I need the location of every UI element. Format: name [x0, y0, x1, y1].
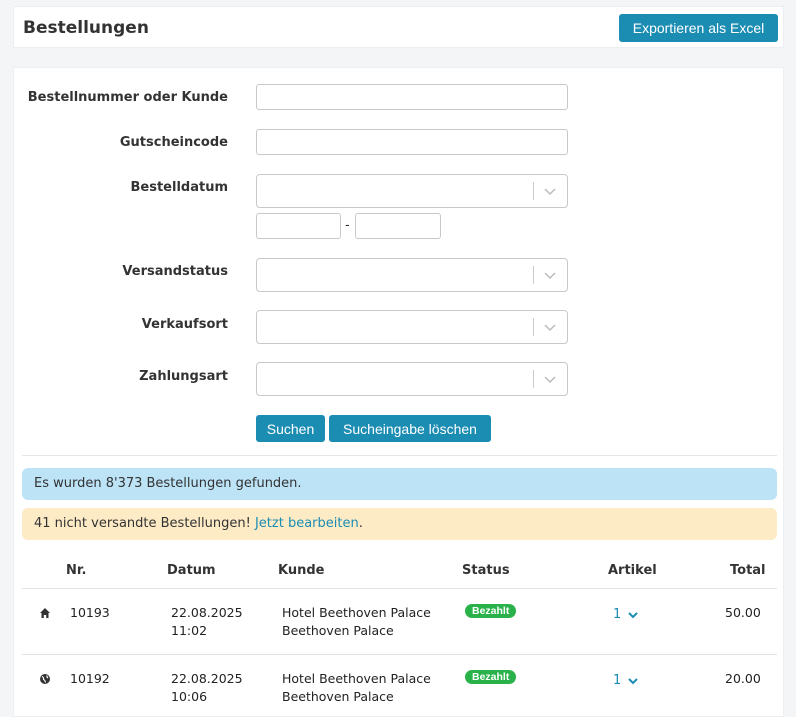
order-time: 10:06 [171, 689, 208, 704]
column-header-total[interactable]: Total [730, 563, 766, 578]
chevron-down-icon [544, 188, 556, 196]
chevron-down-icon [544, 324, 556, 332]
order-total: 50.00 [725, 605, 761, 620]
clear-search-button[interactable]: Sucheingabe löschen [329, 415, 491, 442]
order-search-input[interactable] [256, 84, 568, 110]
coupon-label: Gutscheincode [119, 135, 228, 150]
search-button[interactable]: Suchen [256, 415, 325, 442]
column-header-customer[interactable]: Kunde [278, 563, 324, 578]
globe-icon [40, 674, 50, 684]
order-number: 10193 [70, 605, 110, 620]
orders-panel: Bestellnummer oder Kunde Gutscheincode B… [13, 67, 784, 717]
select-separator [533, 266, 534, 284]
customer-detail: Beethoven Palace [282, 689, 394, 704]
shipping-status-label: Versandstatus [122, 264, 228, 279]
date-range-separator: - [345, 218, 350, 233]
shipping-status-select[interactable] [256, 258, 568, 292]
table-divider [22, 588, 777, 589]
order-search-label: Bestellnummer oder Kunde [27, 90, 228, 105]
order-date: 22.08.2025 [171, 605, 243, 620]
order-time: 11:02 [171, 623, 208, 638]
page-header: Bestellungen Exportieren als Excel [13, 6, 784, 48]
table-divider [22, 654, 777, 655]
chevron-down-icon [544, 272, 556, 280]
divider [22, 455, 777, 456]
customer-name: Hotel Beethoven Palace [282, 671, 431, 686]
home-icon [40, 608, 50, 618]
column-header-nr[interactable]: Nr. [66, 563, 86, 578]
order-total: 20.00 [725, 671, 761, 686]
page-title: Bestellungen [23, 18, 149, 38]
order-date-select[interactable] [256, 174, 568, 208]
select-separator [533, 182, 534, 200]
column-header-articles[interactable]: Artikel [608, 563, 657, 578]
customer-name: Hotel Beethoven Palace [282, 605, 431, 620]
results-info-alert: Es wurden 8'373 Bestellungen gefunden. [22, 468, 777, 500]
results-count-text: Es wurden 8'373 Bestellungen gefunden. [34, 476, 302, 491]
status-badge: Bezahlt [465, 670, 517, 684]
payment-method-label: Zahlungsart [139, 369, 228, 384]
chevron-down-icon[interactable] [627, 675, 639, 687]
column-header-date[interactable]: Datum [167, 563, 216, 578]
article-count[interactable]: 1 [613, 607, 621, 622]
export-excel-button[interactable]: Exportieren als Excel [619, 14, 778, 42]
unshipped-text: 41 nicht versandte Bestellungen! [34, 516, 255, 531]
chevron-down-icon[interactable] [627, 609, 639, 621]
unshipped-warning-alert: 41 nicht versandte Bestellungen! Jetzt b… [22, 508, 777, 540]
column-header-status[interactable]: Status [462, 563, 510, 578]
select-separator [533, 370, 534, 388]
sales-place-select[interactable] [256, 310, 568, 344]
payment-method-select[interactable] [256, 362, 568, 396]
order-number: 10192 [70, 671, 110, 686]
chevron-down-icon [544, 376, 556, 384]
unshipped-suffix: . [358, 516, 363, 531]
select-separator [533, 318, 534, 336]
customer-detail: Beethoven Palace [282, 623, 394, 638]
order-date: 22.08.2025 [171, 671, 243, 686]
order-date-label: Bestelldatum [130, 180, 229, 195]
article-count[interactable]: 1 [613, 673, 621, 688]
sales-place-label: Verkaufsort [141, 317, 228, 332]
edit-now-link[interactable]: Jetzt bearbeiten [255, 516, 359, 531]
coupon-input[interactable] [256, 129, 568, 155]
date-from-input[interactable] [256, 213, 341, 239]
status-badge: Bezahlt [465, 604, 517, 618]
date-to-input[interactable] [355, 213, 441, 239]
